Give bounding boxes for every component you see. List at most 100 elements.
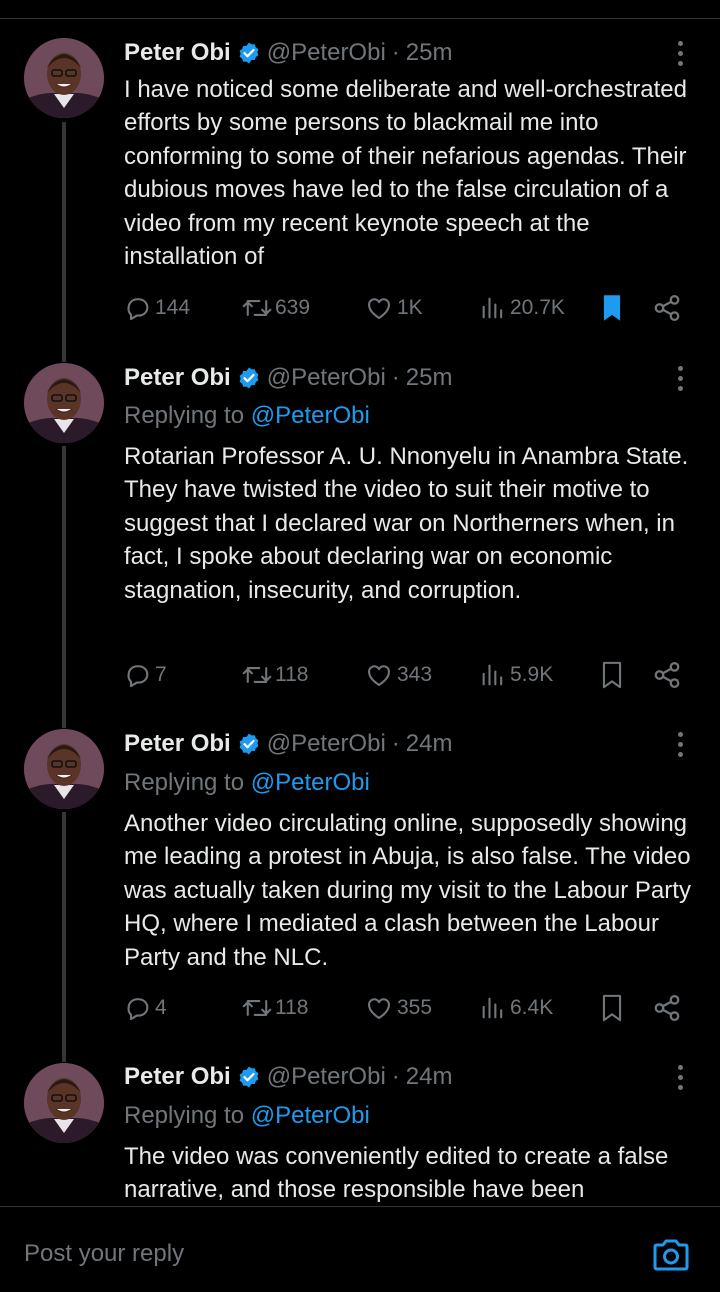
tweet-text: Rotarian Professor A. U. Nnonyelu in Ana… xyxy=(124,443,689,604)
verified-badge-icon xyxy=(237,732,261,756)
like-count: 355 xyxy=(397,996,433,1019)
like-count: 343 xyxy=(397,663,433,686)
reply-count: 4 xyxy=(155,996,167,1019)
reply-button[interactable]: 144 xyxy=(124,291,190,325)
like-button[interactable]: 1K xyxy=(364,291,423,325)
bookmark-button[interactable] xyxy=(598,658,626,692)
camera-icon[interactable] xyxy=(651,1237,691,1273)
bookmark-icon xyxy=(602,994,622,1022)
tweet-header: Peter Obi @PeterObi · 25m xyxy=(124,363,452,393)
like-count: 1K xyxy=(397,296,423,319)
author-handle[interactable]: @PeterObi xyxy=(267,1063,386,1091)
repost-button[interactable]: 118 xyxy=(242,991,308,1025)
avatar[interactable] xyxy=(24,729,104,809)
views-button[interactable]: 6.4K xyxy=(479,991,553,1025)
verified-badge-icon xyxy=(237,366,261,390)
views-count: 20.7K xyxy=(510,296,565,319)
repost-icon xyxy=(242,667,272,683)
top-divider xyxy=(0,18,720,19)
share-icon xyxy=(654,295,680,321)
tweet-actions: 144 639 1K 20.7K xyxy=(124,291,684,325)
separator-dot: · xyxy=(391,1063,400,1090)
separator-dot: · xyxy=(391,364,400,391)
replying-mention[interactable]: @PeterObi xyxy=(251,769,370,796)
reply-button[interactable]: 4 xyxy=(124,991,167,1025)
timestamp[interactable]: 24m xyxy=(406,730,453,758)
avatar[interactable] xyxy=(24,363,104,443)
replying-prefix: Replying to xyxy=(124,769,251,796)
tweet-text: The video was conveniently edited to cre… xyxy=(124,1143,669,1204)
share-button[interactable] xyxy=(652,991,682,1025)
thread-line xyxy=(62,122,66,362)
reply-icon xyxy=(127,998,149,1021)
tweet-actions: 4 118 355 6.4K xyxy=(124,991,684,1025)
timestamp[interactable]: 25m xyxy=(406,39,453,67)
views-chart-icon xyxy=(482,997,503,1019)
share-button[interactable] xyxy=(652,291,682,325)
repost-button[interactable]: 118 xyxy=(242,658,308,692)
like-button[interactable]: 355 xyxy=(364,991,432,1025)
thread-line xyxy=(62,812,66,1062)
like-button[interactable]: 343 xyxy=(364,658,432,692)
replying-to: Replying to @PeterObi xyxy=(124,769,370,797)
heart-icon xyxy=(368,998,390,1019)
author-name[interactable]: Peter Obi xyxy=(124,39,231,67)
reply-input[interactable]: Post your reply xyxy=(24,1240,184,1268)
separator-dot: · xyxy=(391,730,400,757)
repost-button[interactable]: 639 xyxy=(242,291,310,325)
repost-count: 118 xyxy=(275,663,309,686)
tweet-header: Peter Obi @PeterObi · 25m xyxy=(124,38,452,68)
views-chart-icon xyxy=(482,664,503,686)
author-handle[interactable]: @PeterObi xyxy=(267,364,386,392)
verified-badge-icon xyxy=(237,41,261,65)
bookmark-button[interactable] xyxy=(598,291,626,325)
tweet-actions: 7 118 343 5.9K xyxy=(124,658,684,692)
more-options-icon[interactable] xyxy=(668,363,692,393)
separator-dot: · xyxy=(391,39,400,66)
repost-count: 118 xyxy=(275,996,309,1019)
avatar[interactable] xyxy=(24,38,104,118)
tweet-text: I have noticed some deliberate and well-… xyxy=(124,76,687,271)
author-handle[interactable]: @PeterObi xyxy=(267,730,386,758)
repost-icon xyxy=(242,300,272,316)
share-icon xyxy=(654,995,680,1021)
tweet-header: Peter Obi @PeterObi · 24m xyxy=(124,1062,452,1092)
author-name[interactable]: Peter Obi xyxy=(124,364,231,392)
reply-icon xyxy=(127,298,149,321)
bookmark-filled-icon xyxy=(603,295,621,321)
tweet-text: Another video circulating online, suppos… xyxy=(124,810,691,971)
replying-prefix: Replying to xyxy=(124,402,251,429)
reply-count: 7 xyxy=(155,663,167,686)
replying-mention[interactable]: @PeterObi xyxy=(251,402,370,429)
views-chart-icon xyxy=(482,297,503,319)
timestamp[interactable]: 25m xyxy=(406,364,453,392)
author-handle[interactable]: @PeterObi xyxy=(267,39,386,67)
reply-button[interactable]: 7 xyxy=(124,658,167,692)
heart-icon xyxy=(368,298,390,319)
reply-icon xyxy=(127,665,149,688)
tweet-header: Peter Obi @PeterObi · 24m xyxy=(124,729,452,759)
share-button[interactable] xyxy=(652,658,682,692)
author-name[interactable]: Peter Obi xyxy=(124,1063,231,1091)
views-count: 5.9K xyxy=(510,663,554,686)
author-name[interactable]: Peter Obi xyxy=(124,730,231,758)
thread-line xyxy=(62,446,66,728)
views-button[interactable]: 20.7K xyxy=(479,291,565,325)
replying-to: Replying to @PeterObi xyxy=(124,402,370,430)
views-button[interactable]: 5.9K xyxy=(479,658,553,692)
views-count: 6.4K xyxy=(510,996,554,1019)
more-options-icon[interactable] xyxy=(668,729,692,759)
bookmark-icon xyxy=(602,661,622,689)
verified-badge-icon xyxy=(237,1065,261,1089)
repost-icon xyxy=(242,1000,272,1016)
bookmark-button[interactable] xyxy=(598,991,626,1025)
repost-count: 639 xyxy=(275,296,311,319)
more-options-icon[interactable] xyxy=(668,38,692,68)
timestamp[interactable]: 24m xyxy=(406,1063,453,1091)
reply-count: 144 xyxy=(155,296,191,319)
replying-mention[interactable]: @PeterObi xyxy=(251,1102,370,1129)
replying-prefix: Replying to xyxy=(124,1102,251,1129)
heart-icon xyxy=(368,665,390,686)
avatar[interactable] xyxy=(24,1063,104,1143)
more-options-icon[interactable] xyxy=(668,1062,692,1092)
